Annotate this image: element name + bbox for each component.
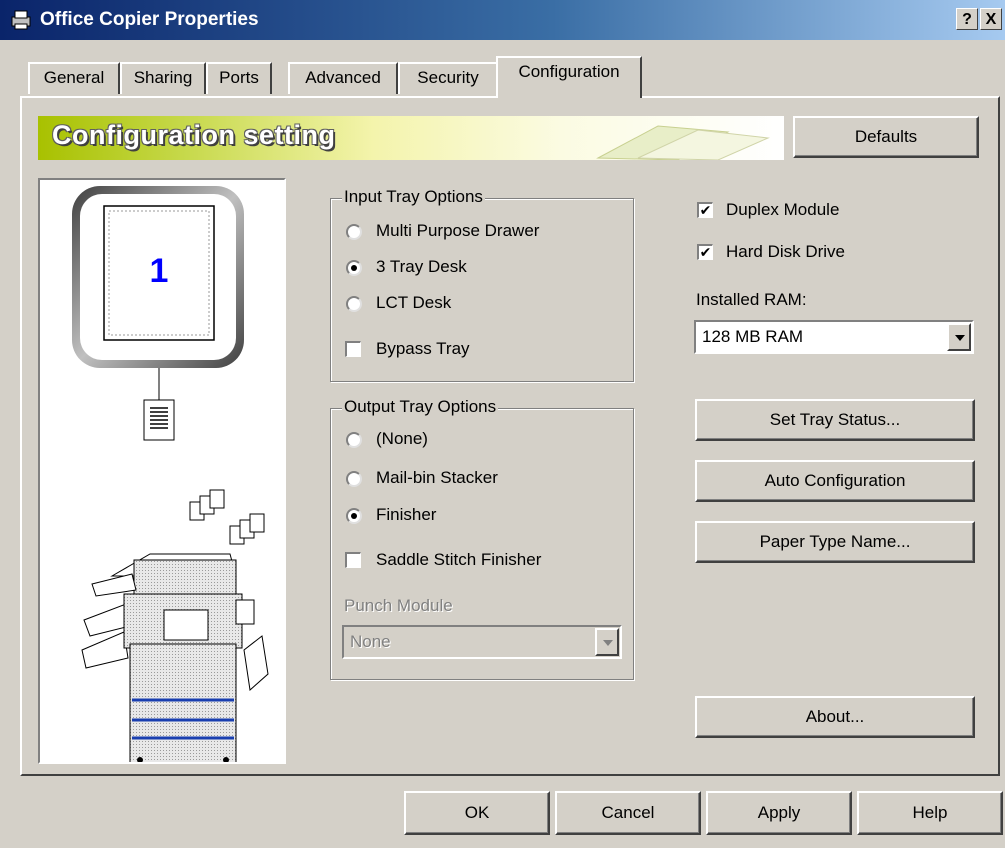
help-button[interactable]: Help [857,791,1003,835]
window-title: Office Copier Properties [40,9,259,30]
radio-3-tray-desk[interactable] [346,260,362,276]
duplex-module-checkbox[interactable]: ✔ [697,202,713,218]
radio-lct-desk[interactable] [346,296,362,312]
checkbox-label[interactable]: Duplex Module [726,200,839,220]
copier-illustration: 1 [72,186,269,765]
set-tray-status-button[interactable]: Set Tray Status... [695,399,975,441]
section-banner: Configuration setting [38,116,784,160]
checkbox-label[interactable]: Bypass Tray [376,339,470,359]
punch-module-label: Punch Module [344,596,453,615]
tab-advanced[interactable]: Advanced [288,62,398,94]
chevron-down-icon [595,628,619,656]
saddle-stitch-checkbox[interactable] [345,552,361,568]
help-title-button[interactable]: ? [956,8,978,30]
checkbox-label[interactable]: Hard Disk Drive [726,242,845,262]
chevron-down-icon[interactable] [947,323,971,351]
input-tray-legend: Input Tray Options [342,187,485,207]
radio-label[interactable]: 3 Tray Desk [376,257,467,277]
punch-module-select: None [342,625,622,659]
apply-button[interactable]: Apply [706,791,852,835]
output-tray-legend: Output Tray Options [342,397,499,417]
defaults-button[interactable]: Defaults [793,116,979,158]
tab-security[interactable]: Security [398,62,498,94]
radio-label[interactable]: Finisher [376,505,436,525]
punch-module-value: None [350,632,391,651]
cancel-button[interactable]: Cancel [555,791,701,835]
radio-none[interactable] [346,432,362,448]
device-preview-panel: 1 [38,178,286,765]
hard-disk-drive-checkbox[interactable]: ✔ [697,244,713,260]
about-button[interactable]: About... [695,696,975,738]
radio-label[interactable]: (None) [376,429,428,449]
checkbox-label[interactable]: Saddle Stitch Finisher [376,550,541,570]
radio-label[interactable]: LCT Desk [376,293,451,313]
tab-sharing[interactable]: Sharing [120,62,206,94]
radio-label[interactable]: Mail-bin Stacker [376,468,498,488]
radio-finisher[interactable] [346,508,362,524]
installed-ram-label: Installed RAM: [696,290,807,309]
tab-configuration[interactable]: Configuration [496,56,642,98]
auto-configuration-button[interactable]: Auto Configuration [695,460,975,502]
installed-ram-select[interactable]: 128 MB RAM [694,320,974,354]
documents-graphic-icon [596,125,770,160]
radio-multi-purpose-drawer[interactable] [346,224,362,240]
installed-ram-value: 128 MB RAM [702,327,804,346]
radio-label[interactable]: Multi Purpose Drawer [376,221,539,241]
bypass-tray-checkbox[interactable] [345,341,361,357]
page-number: 1 [150,252,169,290]
printer-icon [11,10,31,30]
title-bar[interactable]: Office Copier Properties ? X [0,0,1005,40]
ok-button[interactable]: OK [404,791,550,835]
tab-general[interactable]: General [28,62,120,94]
close-button[interactable]: X [980,8,1002,30]
banner-title: Configuration setting [52,120,336,150]
paper-type-name-button[interactable]: Paper Type Name... [695,521,975,563]
tab-ports[interactable]: Ports [206,62,272,94]
radio-mail-bin-stacker[interactable] [346,471,362,487]
